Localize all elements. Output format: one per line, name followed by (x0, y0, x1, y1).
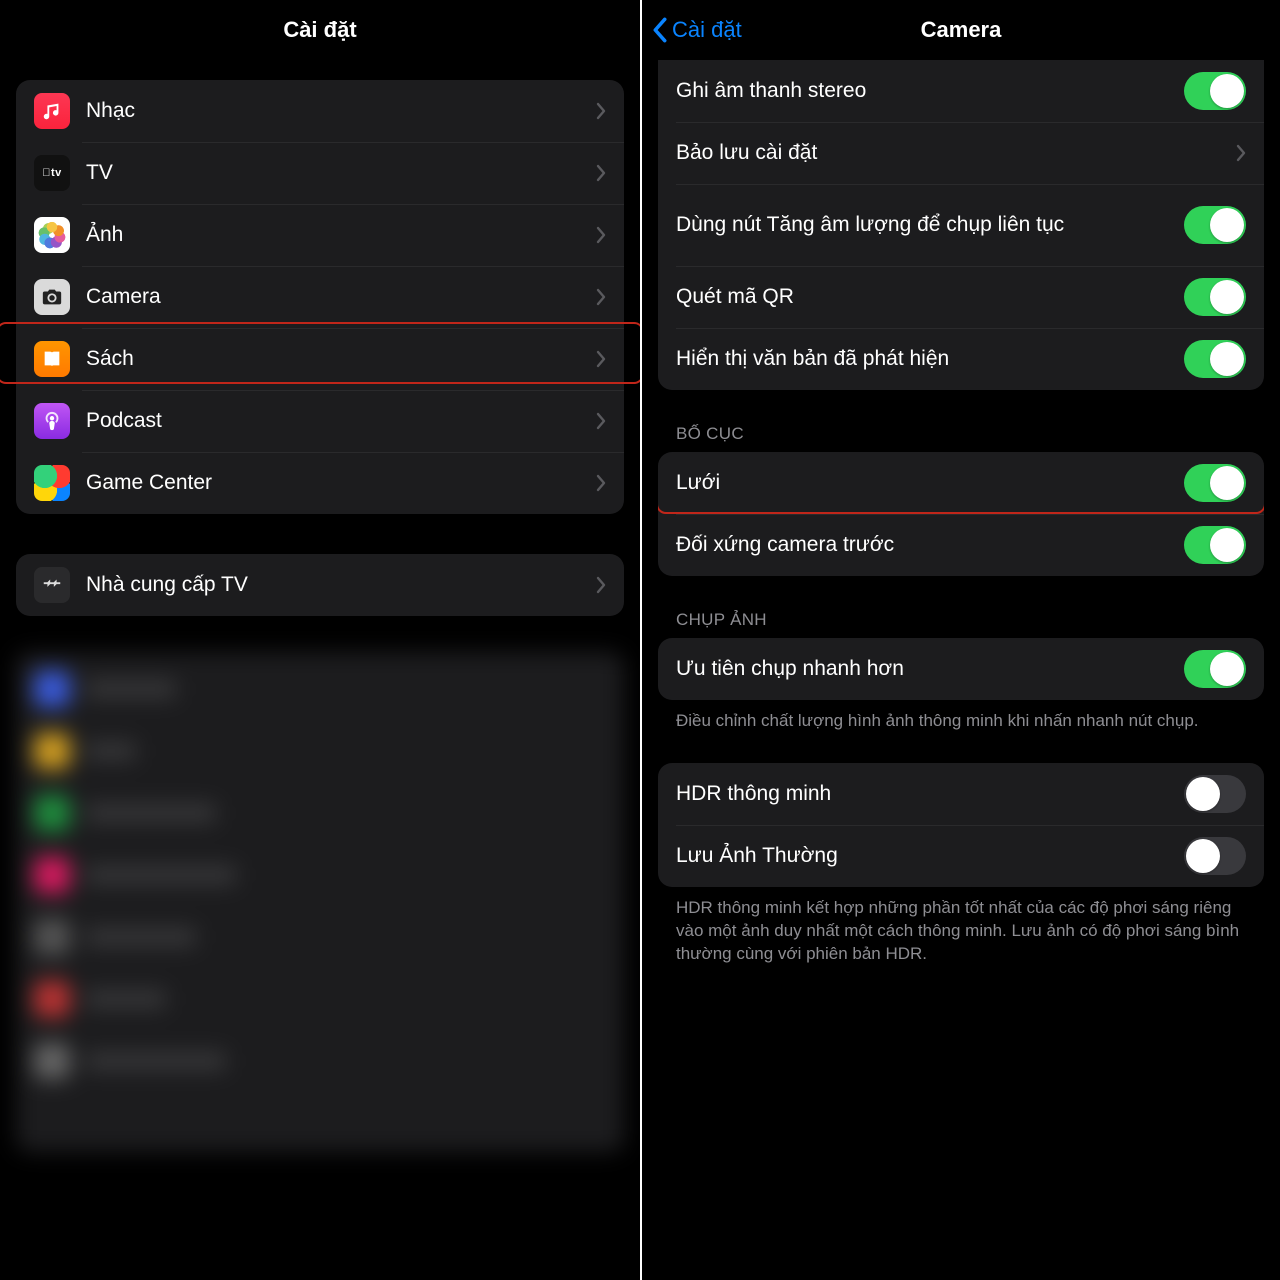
row-label: Bảo lưu cài đặt (676, 140, 1220, 166)
row-label: Sách (86, 346, 580, 372)
page-title: Cài đặt (283, 17, 356, 43)
settings-row-podcast[interactable]: Podcast (16, 390, 624, 452)
chevron-right-icon (1236, 144, 1246, 162)
music-icon (34, 93, 70, 129)
chevron-right-icon (596, 288, 606, 306)
row-mirror-front[interactable]: Đối xứng camera trước (658, 514, 1264, 576)
books-icon (34, 341, 70, 377)
row-label: TV (86, 160, 580, 186)
chevron-right-icon (596, 226, 606, 244)
row-prioritize-faster[interactable]: Ưu tiên chụp nhanh hơn (658, 638, 1264, 700)
tv-provider-icon (34, 567, 70, 603)
row-label: Nhạc (86, 98, 580, 124)
row-grid[interactable]: Lưới (658, 452, 1264, 514)
row-label: Game Center (86, 470, 580, 496)
row-label: HDR thông minh (676, 781, 1168, 807)
row-volume-burst[interactable]: Dùng nút Tăng âm lượng để chụp liên tục (658, 184, 1264, 266)
settings-row-gamecenter[interactable]: Game Center (16, 452, 624, 514)
toggle-switch[interactable] (1184, 72, 1246, 110)
settings-list[interactable]: Nhạc tv TV Ảnh Camera (0, 60, 640, 1280)
row-detected-text[interactable]: Hiển thị văn bản đã phát hiện (658, 328, 1264, 390)
section-footer-capture: Điều chỉnh chất lượng hình ảnh thông min… (676, 710, 1246, 733)
game-center-icon (34, 465, 70, 501)
row-label: Lưu Ảnh Thường (676, 843, 1168, 869)
header: Cài đặt Camera (642, 0, 1280, 60)
chevron-right-icon (596, 164, 606, 182)
settings-screen: Cài đặt Nhạc tv TV Ảnh (0, 0, 640, 1280)
row-label: Lưới (676, 470, 1168, 496)
settings-row-tv[interactable]: tv TV (16, 142, 624, 204)
row-smart-hdr[interactable]: HDR thông minh (658, 763, 1264, 825)
settings-row-camera[interactable]: Camera (16, 266, 624, 328)
settings-row-tv-provider[interactable]: Nhà cung cấp TV (16, 554, 624, 616)
back-label: Cài đặt (672, 17, 742, 43)
photos-icon (34, 217, 70, 253)
row-label: Dùng nút Tăng âm lượng để chụp liên tục (676, 212, 1168, 238)
settings-row-books[interactable]: Sách (16, 328, 624, 390)
row-keep-normal[interactable]: Lưu Ảnh Thường (658, 825, 1264, 887)
tv-icon: tv (34, 155, 70, 191)
settings-row-photos[interactable]: Ảnh (16, 204, 624, 266)
row-label: Podcast (86, 408, 580, 434)
podcast-icon (34, 403, 70, 439)
row-label: Hiển thị văn bản đã phát hiện (676, 346, 1168, 372)
settings-group-tvprovider: Nhà cung cấp TV (16, 554, 624, 616)
row-preserve-settings[interactable]: Bảo lưu cài đặt (658, 122, 1264, 184)
row-scan-qr[interactable]: Quét mã QR (658, 266, 1264, 328)
camera-group-capture: Ưu tiên chụp nhanh hơn (658, 638, 1264, 700)
header: Cài đặt (0, 0, 640, 60)
section-footer-hdr: HDR thông minh kết hợp những phần tốt nh… (676, 897, 1246, 966)
row-label: Ưu tiên chụp nhanh hơn (676, 656, 1168, 682)
toggle-switch[interactable] (1184, 206, 1246, 244)
section-header-layout: BỐ CỤC (676, 424, 1246, 444)
row-label: Đối xứng camera trước (676, 532, 1168, 558)
camera-icon (34, 279, 70, 315)
section-header-capture: CHỤP ẢNH (676, 610, 1246, 630)
row-label: Quét mã QR (676, 284, 1168, 310)
row-label: Camera (86, 284, 580, 310)
chevron-right-icon (596, 412, 606, 430)
toggle-switch[interactable] (1184, 464, 1246, 502)
page-title: Camera (921, 17, 1002, 43)
camera-group-hdr: HDR thông minh Lưu Ảnh Thường (658, 763, 1264, 887)
chevron-right-icon (596, 350, 606, 368)
back-button[interactable]: Cài đặt (652, 0, 742, 60)
chevron-right-icon (596, 102, 606, 120)
toggle-switch[interactable] (1184, 775, 1246, 813)
settings-row-music[interactable]: Nhạc (16, 80, 624, 142)
row-label: Nhà cung cấp TV (86, 572, 580, 598)
settings-group-apps: Nhạc tv TV Ảnh Camera (16, 80, 624, 514)
row-label: Ghi âm thanh stereo (676, 78, 1168, 104)
chevron-right-icon (596, 576, 606, 594)
camera-group-general: Ghi âm thanh stereo Bảo lưu cài đặt Dùng… (658, 60, 1264, 390)
toggle-switch[interactable] (1184, 278, 1246, 316)
row-label: Ảnh (86, 222, 580, 248)
settings-group-thirdparty-blurred (16, 652, 624, 1152)
camera-settings-list[interactable]: Ghi âm thanh stereo Bảo lưu cài đặt Dùng… (642, 60, 1280, 1280)
chevron-right-icon (596, 474, 606, 492)
toggle-switch[interactable] (1184, 526, 1246, 564)
toggle-switch[interactable] (1184, 837, 1246, 875)
toggle-switch[interactable] (1184, 340, 1246, 378)
row-stereo-audio[interactable]: Ghi âm thanh stereo (658, 60, 1264, 122)
camera-group-layout: Lưới Đối xứng camera trước (658, 452, 1264, 576)
toggle-switch[interactable] (1184, 650, 1246, 688)
camera-settings-screen: Cài đặt Camera Ghi âm thanh stereo Bảo l… (640, 0, 1280, 1280)
